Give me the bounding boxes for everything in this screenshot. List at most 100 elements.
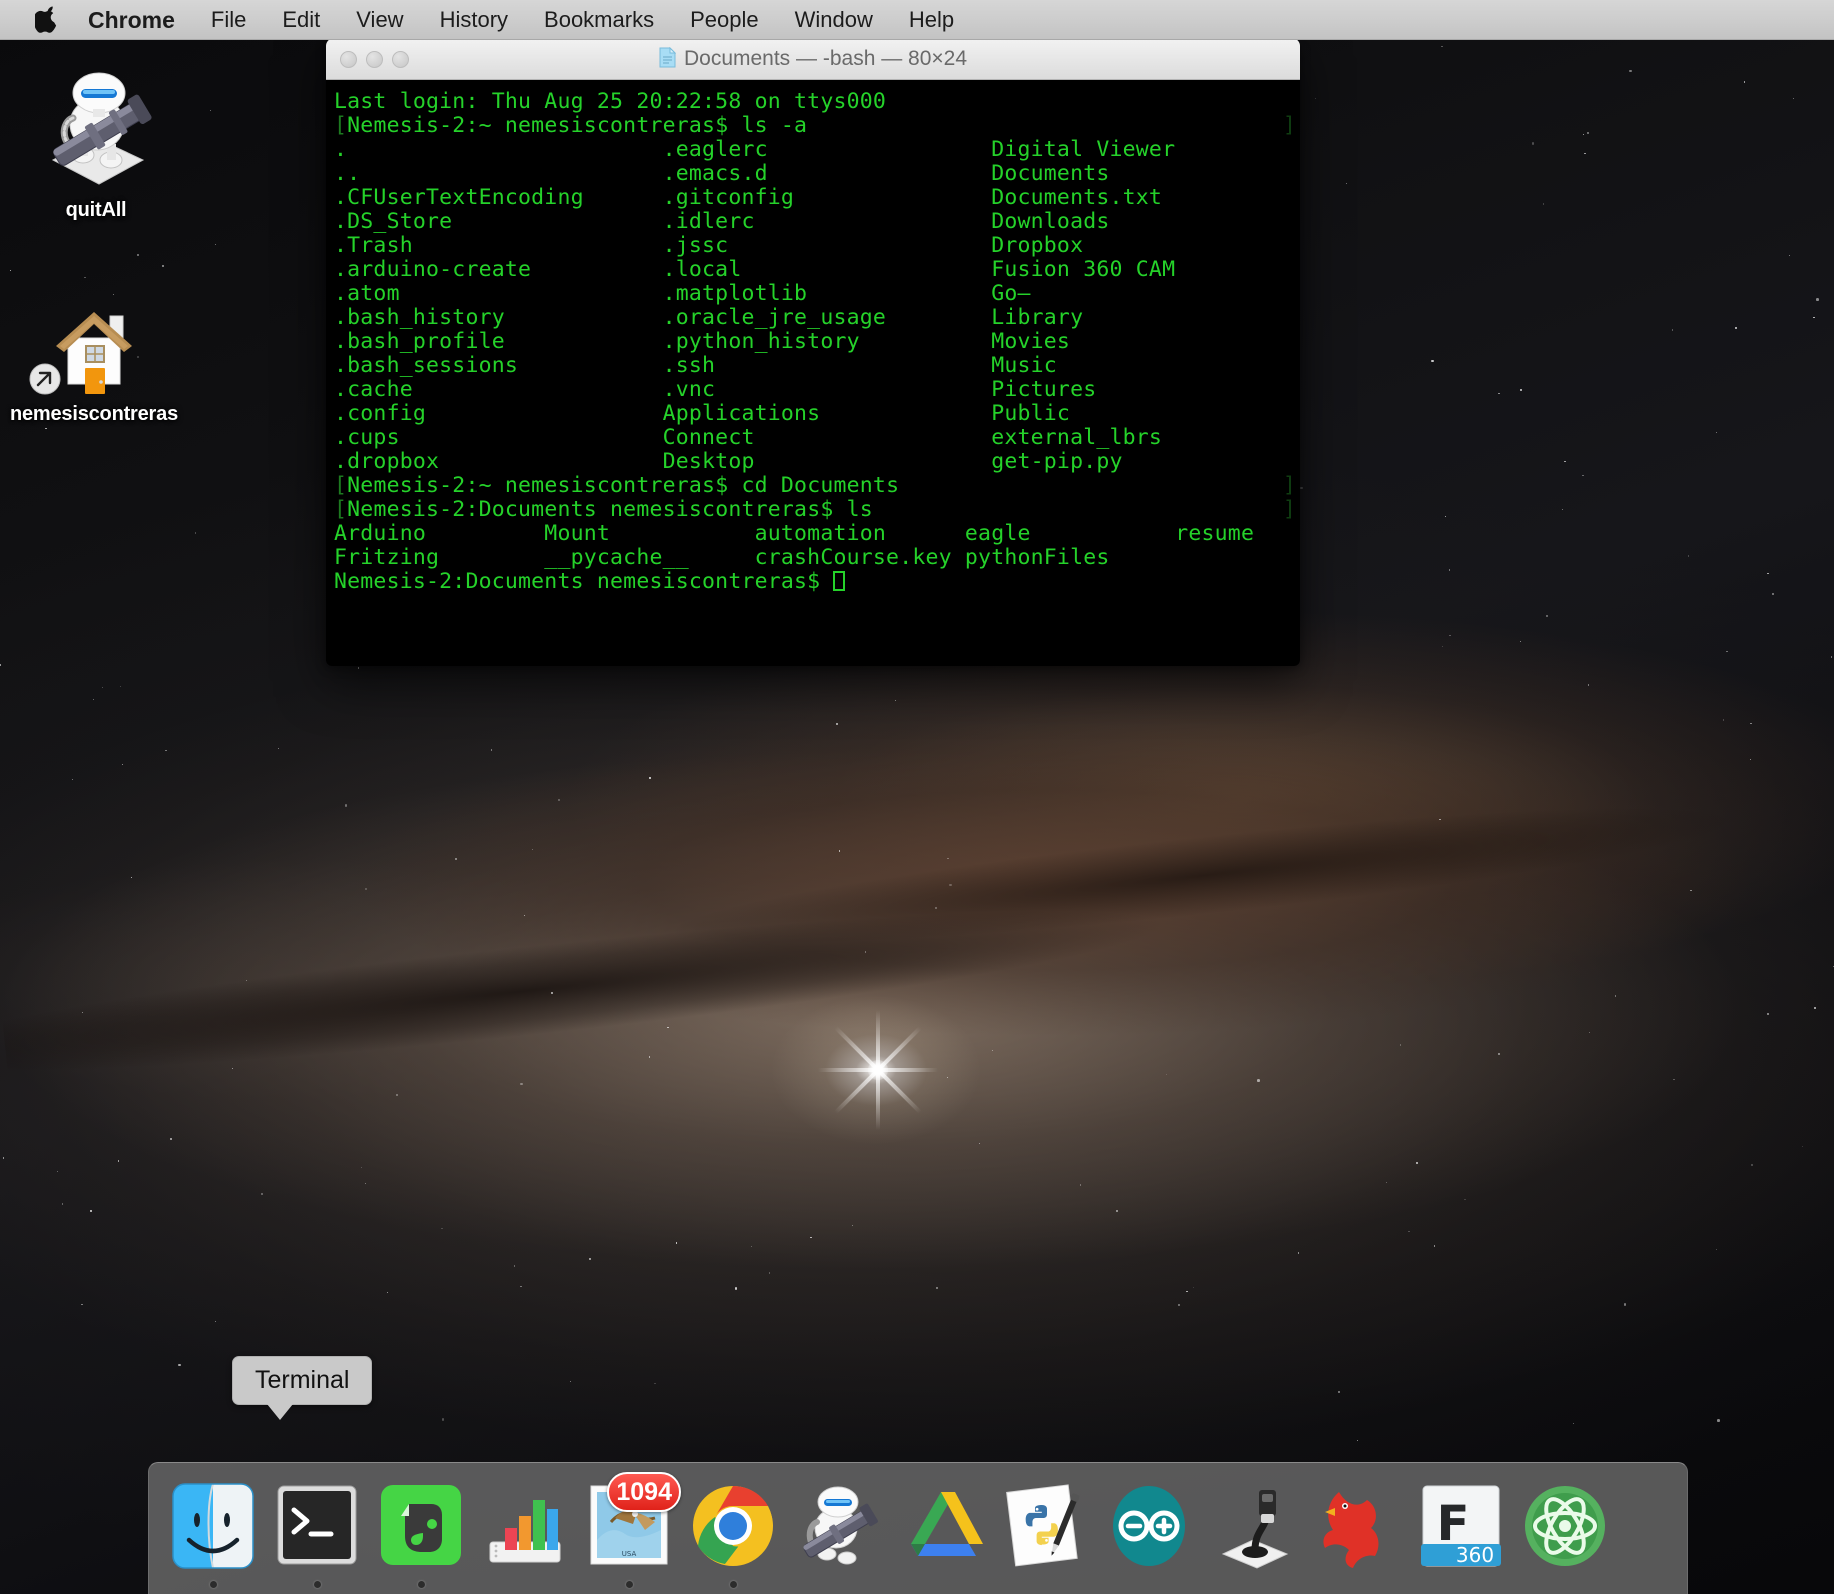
automator-icon: [789, 1478, 885, 1574]
star: [992, 1050, 993, 1051]
document-folder-icon: [659, 41, 676, 62]
apple-logo-icon[interactable]: [30, 1, 64, 39]
fusion360-icon: F 360: [1413, 1478, 1509, 1574]
menu-item-history[interactable]: History: [422, 0, 526, 40]
star: [979, 1143, 980, 1144]
menu-item-chrome[interactable]: Chrome: [70, 0, 193, 40]
terminal-line-edge-mark: ]: [1283, 474, 1296, 498]
dock-item-numbers[interactable]: [475, 1464, 575, 1588]
arduino-icon: [1101, 1478, 1197, 1574]
terminal-line: .cache .vnc Pictures: [334, 378, 1300, 402]
dock-tooltip: Terminal: [232, 1356, 372, 1420]
star: [1726, 651, 1727, 652]
terminal-line: .config Applications Public: [334, 402, 1300, 426]
menu-item-help[interactable]: Help: [891, 0, 972, 40]
star: [1520, 389, 1521, 390]
terminal-output[interactable]: Last login: Thu Aug 25 20:22:58 on ttys0…: [326, 80, 1300, 666]
terminal-line: .DS_Store .idlerc Downloads: [334, 210, 1300, 234]
star: [676, 1242, 677, 1243]
star: [514, 1265, 515, 1266]
desktop-icon-home-folder[interactable]: nemesiscontreras: [0, 290, 194, 426]
star: [122, 764, 123, 765]
numbers-icon: [477, 1478, 573, 1574]
star: [455, 858, 456, 859]
terminal-line-bracket: [: [334, 497, 347, 522]
dock-item-google-drive[interactable]: [891, 1464, 991, 1588]
dock-item-evernote[interactable]: [371, 1464, 471, 1588]
star: [396, 1094, 399, 1097]
star: [936, 1287, 937, 1288]
dock-item-finder[interactable]: [163, 1464, 263, 1588]
terminal-title: Documents — -bash — 80×24: [326, 38, 1300, 80]
desktop-icon-quitall[interactable]: quitAll: [0, 60, 196, 222]
star: [1690, 890, 1691, 891]
menu-item-view[interactable]: View: [338, 0, 421, 40]
star: [102, 687, 103, 688]
star: [1439, 819, 1440, 820]
menu-item-file[interactable]: File: [193, 0, 264, 40]
star: [1546, 615, 1547, 616]
digital-microscope-icon: [1205, 1478, 1301, 1574]
star: [1449, 569, 1450, 570]
star: [1442, 646, 1443, 647]
star: [1498, 1053, 1499, 1054]
star: [1588, 684, 1589, 685]
terminal-titlebar[interactable]: Documents — -bash — 80×24: [326, 38, 1300, 80]
menu-item-window[interactable]: Window: [777, 0, 891, 40]
star: [551, 992, 552, 993]
desktop-icon-label-quitall: quitAll: [0, 199, 196, 222]
star: [72, 779, 73, 780]
finder-icon: [165, 1478, 261, 1574]
terminal-line-edge-mark: ]: [1283, 498, 1296, 522]
dock-item-arduino[interactable]: [1099, 1464, 1199, 1588]
terminal-icon: [269, 1478, 365, 1574]
star: [1688, 555, 1689, 556]
fusion360-version-label: 360: [1456, 1543, 1494, 1567]
star: [195, 532, 196, 533]
star: [1767, 1013, 1768, 1014]
star: [852, 1225, 853, 1226]
star: [345, 804, 348, 807]
star: [1831, 656, 1832, 657]
star: [1716, 1249, 1717, 1250]
star: [949, 884, 952, 887]
dock-item-eagle[interactable]: [1307, 1464, 1407, 1588]
star: [3, 1157, 4, 1158]
star: [1750, 723, 1751, 724]
dock-item-fusion360[interactable]: F 360: [1411, 1464, 1511, 1588]
running-indicator: [314, 1581, 321, 1588]
star: [10, 270, 11, 271]
menu-item-people[interactable]: People: [672, 0, 777, 40]
star: [839, 850, 840, 851]
dock[interactable]: USA 1094: [148, 1462, 1688, 1594]
dock-item-idle-python[interactable]: [995, 1464, 1095, 1588]
star: [1357, 1440, 1358, 1441]
terminal-title-text: Documents — -bash — 80×24: [684, 47, 967, 70]
star: [45, 428, 46, 429]
dock-item-mail[interactable]: USA 1094: [579, 1464, 679, 1588]
star: [524, 915, 525, 916]
menu-item-bookmarks[interactable]: Bookmarks: [526, 0, 672, 40]
idle-python-icon: [997, 1478, 1093, 1574]
terminal-window[interactable]: Documents — -bash — 80×24 Last login: Th…: [326, 38, 1300, 666]
star: [1735, 327, 1736, 328]
dock-item-atom[interactable]: [1515, 1464, 1615, 1588]
running-indicator: [418, 1581, 425, 1588]
dock-item-automator[interactable]: [787, 1464, 887, 1588]
dock-item-digital-microscope[interactable]: [1203, 1464, 1303, 1588]
dock-item-chrome[interactable]: [683, 1464, 783, 1588]
terminal-line: .bash_history .oracle_jre_usage Library: [334, 306, 1300, 330]
star: [1772, 593, 1775, 596]
star: [1386, 1182, 1387, 1183]
star: [84, 277, 85, 278]
mail-icon: USA 1094: [581, 1478, 677, 1574]
star: [57, 1171, 58, 1172]
dock-item-terminal[interactable]: [267, 1464, 367, 1588]
terminal-line: Fritzing __pycache__ crashCourse.key pyt…: [334, 546, 1300, 570]
tooltip-pointer-icon: [267, 1404, 293, 1420]
menu-item-edit[interactable]: Edit: [264, 0, 338, 40]
terminal-line: .CFUserTextEncoding .gitconfig Documents…: [334, 186, 1300, 210]
star: [82, 1012, 83, 1013]
star: [558, 799, 559, 800]
star: [520, 1083, 523, 1086]
